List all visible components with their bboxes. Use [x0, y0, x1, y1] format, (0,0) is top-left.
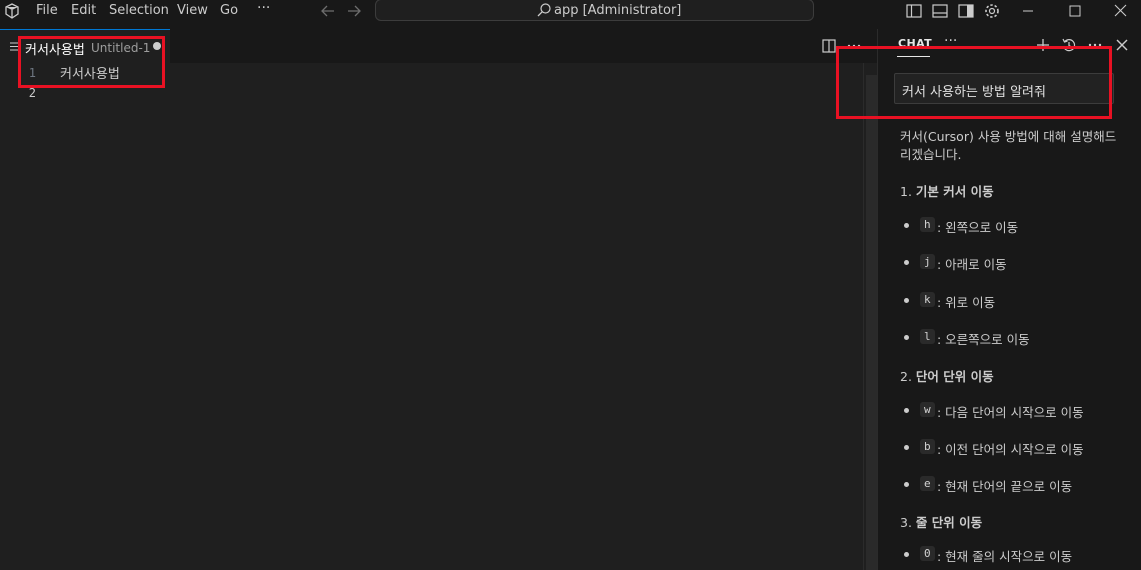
line-number: 1 [28, 66, 36, 80]
section-heading: 2. 단어 단위 이동 [900, 366, 994, 385]
user-prompt-text: 커서 사용하는 방법 알려줘 [902, 85, 1046, 100]
bullet-icon [904, 223, 909, 228]
list-item-text: : 현재 줄의 시작으로 이동 [937, 549, 1073, 564]
key-code: j [920, 254, 935, 269]
maximize-window-icon[interactable] [1052, 0, 1098, 22]
section-heading: 1. 기본 커서 이동 [900, 181, 994, 200]
assistant-intro-text: 커서(Cursor) 사용 방법에 대해 설명해드리겠습니다. [900, 129, 1117, 162]
list-item-text: : 다음 단어의 시작으로 이동 [937, 405, 1084, 420]
bullet-icon [904, 408, 909, 413]
chat-panel: CHAT ··· 커서 사용하는 방법 알려줘 커서(Cursor) 사용 방법… [878, 29, 1141, 570]
minimize-window-icon[interactable] [1005, 0, 1051, 22]
bullet-icon [904, 552, 909, 557]
bullet-icon [904, 298, 909, 303]
tab-description: Untitled-1 [91, 41, 151, 55]
menu-file[interactable]: File [36, 3, 58, 18]
bullet-icon [904, 335, 909, 340]
section-number: 3. [900, 515, 912, 530]
title-bar: File Edit Selection View Go ··· app [Adm… [0, 0, 1141, 22]
section-number: 2. [900, 369, 912, 384]
section-number: 1. [900, 184, 912, 199]
scrollbar-thumb[interactable] [866, 75, 877, 570]
forward-arrow-icon[interactable] [346, 4, 362, 18]
cursor-logo-icon [5, 3, 19, 19]
chat-more-actions-icon[interactable] [1087, 37, 1103, 53]
list-item-text: : 위로 이동 [937, 295, 996, 310]
code-line[interactable]: 커서사용법 [60, 63, 120, 82]
section-title: 단어 단위 이동 [915, 369, 994, 384]
toggle-panel-icon[interactable] [931, 2, 949, 20]
editor-tab-untitled-1[interactable]: 커서사용법 Untitled-1 [0, 29, 170, 63]
back-arrow-icon[interactable] [320, 4, 336, 18]
chat-tabs-more[interactable]: ··· [944, 33, 957, 49]
list-item-text: : 현재 단어의 끝으로 이동 [937, 479, 1073, 494]
section-title: 기본 커서 이동 [915, 184, 994, 199]
key-code: b [920, 439, 935, 454]
menu-edit[interactable]: Edit [71, 3, 96, 18]
key-code: l [920, 329, 935, 344]
tab-chat[interactable]: CHAT [898, 37, 932, 50]
key-code: w [920, 402, 935, 417]
menu-selection[interactable]: Selection [109, 3, 169, 18]
key-code: h [920, 217, 935, 232]
command-center-search[interactable]: app [Administrator] [375, 0, 814, 21]
chat-history-icon[interactable] [1061, 37, 1077, 53]
list-item-text: : 오른쪽으로 이동 [937, 332, 1030, 347]
editor-more-actions-icon[interactable] [846, 38, 862, 54]
menu-more[interactable]: ··· [257, 0, 270, 16]
user-prompt-message[interactable]: 커서 사용하는 방법 알려줘 [894, 73, 1114, 104]
settings-gear-icon[interactable] [983, 2, 1001, 20]
search-icon [537, 3, 551, 17]
file-lines-icon [10, 42, 20, 51]
list-item-text: : 이전 단어의 시작으로 이동 [937, 442, 1084, 457]
active-tab-indicator [897, 56, 930, 57]
line-number: 2 [28, 86, 36, 100]
list-item-text: : 왼쪽으로 이동 [937, 220, 1019, 235]
bullet-icon [904, 482, 909, 487]
menu-go[interactable]: Go [220, 3, 238, 18]
key-code: e [920, 476, 935, 491]
key-code: 0 [920, 546, 935, 561]
bullet-icon [904, 445, 909, 450]
section-heading: 3. 줄 단위 이동 [900, 512, 982, 531]
search-text: app [Administrator] [554, 3, 682, 18]
toggle-secondary-sidebar-icon[interactable] [957, 2, 975, 20]
close-panel-icon[interactable] [1114, 37, 1130, 53]
new-chat-plus-icon[interactable] [1035, 37, 1051, 53]
bullet-icon [904, 260, 909, 265]
close-window-icon[interactable] [1097, 0, 1141, 22]
editor-tab-bar: 커서사용법 Untitled-1 [0, 29, 878, 63]
section-title: 줄 단위 이동 [915, 515, 983, 530]
key-code: k [920, 292, 935, 307]
menu-view[interactable]: View [177, 3, 208, 18]
split-editor-icon[interactable] [821, 38, 837, 54]
tab-title: 커서사용법 [25, 43, 85, 58]
toggle-primary-sidebar-icon[interactable] [905, 2, 923, 20]
code-editor[interactable]: 1 커서사용법 2 [0, 63, 863, 570]
list-item-text: : 아래로 이동 [937, 257, 1007, 272]
unsaved-dot-icon[interactable] [153, 42, 161, 50]
